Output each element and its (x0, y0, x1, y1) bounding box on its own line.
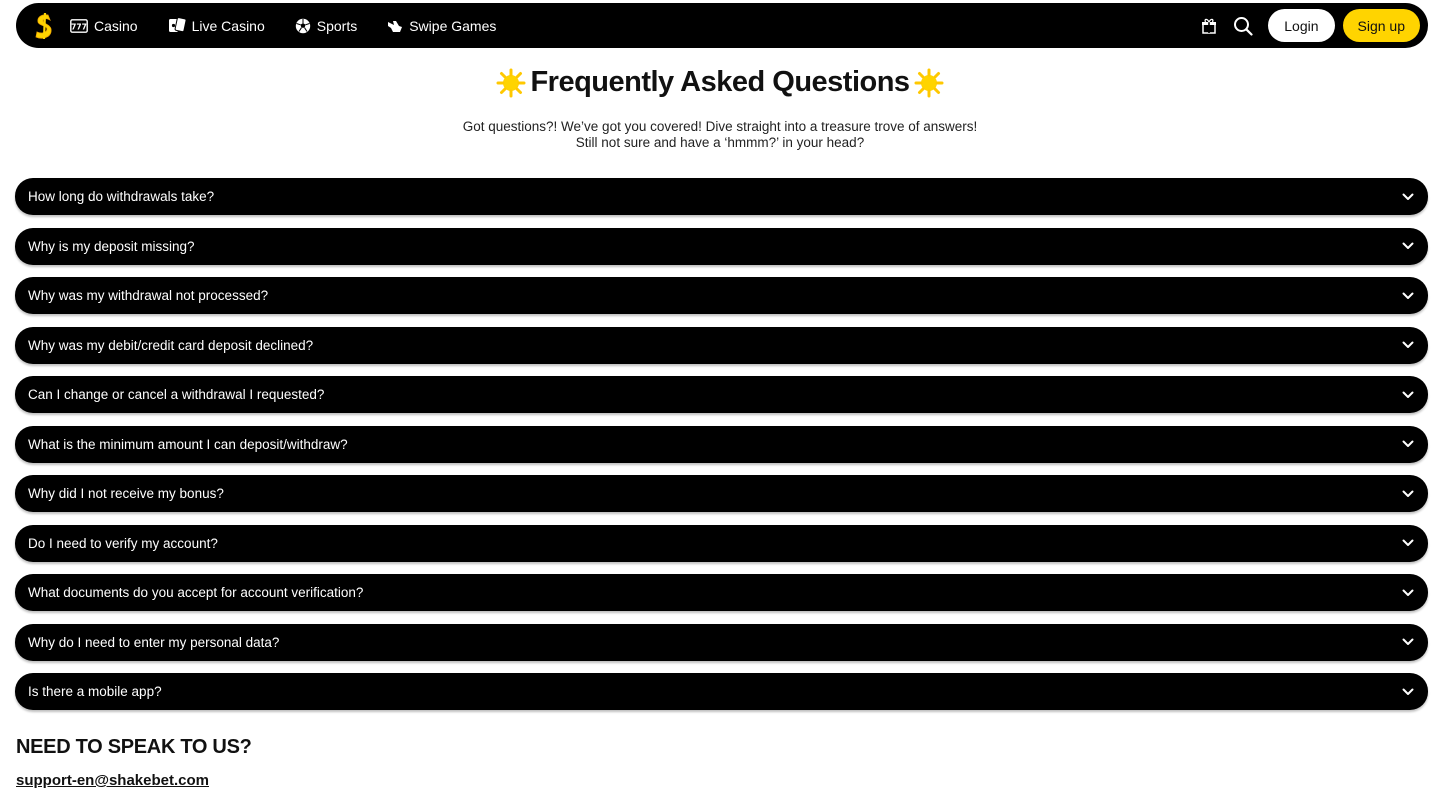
nav-sports-label: Sports (316, 17, 358, 34)
faq-question: Why did I not receive my bonus? (28, 486, 224, 501)
faq-item[interactable]: Why was my withdrawal not processed? (15, 277, 1428, 314)
faq-item[interactable]: Is there a mobile app? (15, 673, 1428, 710)
faq-question: Can I change or cancel a withdrawal I re… (28, 387, 325, 402)
chevron-down-icon (1402, 688, 1414, 695)
nav-casino-label: Casino (94, 17, 138, 34)
faq-question: Why is my deposit missing? (28, 238, 195, 254)
cards-icon (168, 17, 186, 33)
faq-question: Why do I need to enter my personal data? (28, 634, 280, 650)
faq-question: What is the minimum amount I can deposit… (28, 436, 348, 452)
page-title: Frequently Asked Questions (530, 66, 910, 98)
signup-button[interactable]: Sign up (1342, 9, 1420, 42)
subtitle-line-1: Got questions?! We’ve got you covered! D… (462, 119, 978, 134)
chevron-down-icon (1402, 341, 1414, 348)
chevron-down-icon (1402, 490, 1414, 497)
svg-text:777: 777 (71, 22, 87, 31)
swipe-hand-icon (388, 20, 403, 32)
support-email-link[interactable]: support-en@shakebet.com (16, 772, 209, 789)
faq-question: Do I need to verify my account? (28, 535, 218, 551)
main-nav: 777 Casino Live Casino Sports Swipe Game… (70, 17, 496, 34)
faq-accordion: How long do withdrawals take? Why is my … (15, 178, 1428, 723)
search-icon (1234, 16, 1253, 36)
chevron-down-icon (1402, 539, 1414, 546)
faq-item[interactable]: Why was my debit/credit card deposit dec… (15, 326, 1428, 364)
sparkle-icon (496, 68, 526, 97)
chevron-down-icon (1402, 193, 1414, 200)
chevron-down-icon (1402, 440, 1414, 447)
nav-swipe-games[interactable]: Swipe Games (387, 18, 496, 34)
nav-swipe-games-label: Swipe Games (409, 17, 497, 34)
nav-casino[interactable]: 777 Casino (70, 18, 138, 34)
faq-question: Is there a mobile app? (28, 684, 162, 699)
faq-question: Why was my debit/credit card deposit dec… (28, 337, 314, 353)
faq-question: Why was my withdrawal not processed? (28, 288, 269, 303)
search-button[interactable] (1226, 9, 1260, 43)
chevron-down-icon (1402, 292, 1414, 299)
faq-item[interactable]: Can I change or cancel a withdrawal I re… (15, 376, 1428, 413)
soccer-ball-icon (295, 18, 310, 33)
faq-title-row: Frequently Asked Questions (0, 66, 1440, 99)
header-actions: Login Sign up (1192, 9, 1420, 43)
chevron-down-icon (1402, 638, 1414, 645)
page-subtitle: Got questions?! We’ve got you covered! D… (0, 119, 1440, 151)
faq-question: What documents do you accept for account… (28, 585, 364, 600)
faq-item[interactable]: What is the minimum amount I can deposit… (15, 425, 1428, 463)
slot-machine-icon: 777 (70, 18, 88, 33)
faq-item[interactable]: What documents do you accept for account… (15, 574, 1428, 611)
nav-sports[interactable]: Sports (295, 18, 357, 34)
subtitle-line-2: Still not sure and have a ‘hmmm?’ in you… (575, 135, 865, 150)
gift-icon (1202, 18, 1217, 34)
top-navigation-bar: 777 Casino Live Casino Sports Swipe Game… (16, 3, 1428, 48)
faq-item[interactable]: Do I need to verify my account? (15, 524, 1428, 562)
faq-item[interactable]: Why did I not receive my bonus? (15, 475, 1428, 512)
faq-item[interactable]: Why do I need to enter my personal data? (15, 623, 1428, 661)
chevron-down-icon (1402, 391, 1414, 398)
gift-button[interactable] (1192, 9, 1226, 43)
faq-item[interactable]: Why is my deposit missing? (15, 227, 1428, 265)
sparkle-icon (914, 68, 944, 97)
login-button[interactable]: Login (1268, 9, 1335, 42)
chevron-down-icon (1402, 589, 1414, 596)
logo-icon (35, 12, 52, 39)
faq-item[interactable]: How long do withdrawals take? (15, 178, 1428, 215)
contact-heading: NEED TO SPEAK TO US? (16, 736, 252, 758)
faq-question: How long do withdrawals take? (28, 189, 215, 204)
logo[interactable] (34, 12, 54, 40)
nav-live-casino[interactable]: Live Casino (168, 17, 265, 34)
chevron-down-icon (1402, 242, 1414, 249)
nav-live-casino-label: Live Casino (191, 17, 265, 34)
